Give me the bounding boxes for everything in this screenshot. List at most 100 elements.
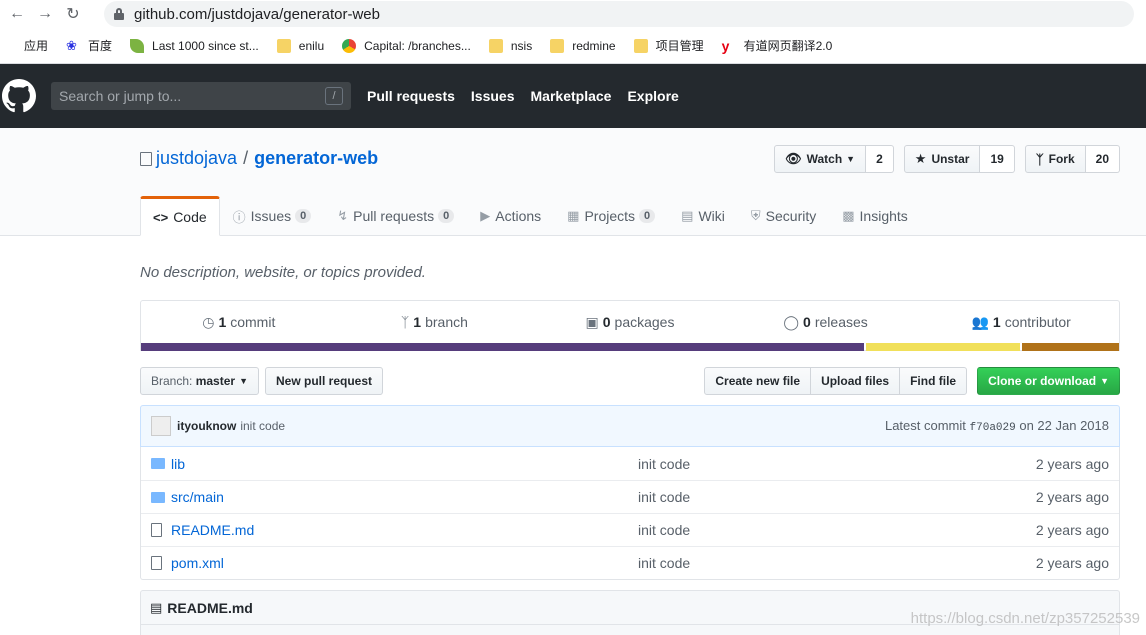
clone-download-button[interactable]: Clone or download ▼ — [977, 367, 1120, 395]
latest-commit-info: Latest commit f70a029 on 22 Jan 2018 — [884, 418, 1109, 434]
code-icon: <> — [153, 209, 169, 225]
search-input[interactable]: Search or jump to... / — [51, 82, 351, 110]
folder-icon — [151, 458, 167, 469]
file-link[interactable]: README.md — [171, 522, 638, 538]
file-commit-message[interactable]: init code — [638, 489, 1036, 505]
issue-icon: ⓘ — [232, 209, 246, 225]
search-shortcut-key: / — [325, 87, 343, 105]
contributors-link[interactable]: 👥 1 contributor — [923, 314, 1119, 331]
lock-icon — [114, 8, 124, 20]
file-link[interactable]: src/main — [171, 489, 638, 505]
file-commit-message[interactable]: init code — [638, 522, 1036, 538]
new-pull-request-button[interactable]: New pull request — [264, 367, 384, 395]
fork-group: ᛉ Fork 20 — [1024, 145, 1120, 173]
fork-icon: ᛉ — [1035, 151, 1044, 167]
back-arrow-icon[interactable]: ← — [6, 3, 28, 25]
bookmark-redmine[interactable]: redmine — [550, 38, 616, 53]
list-item: README.md init code 2 years ago — [141, 513, 1119, 546]
file-commit-message[interactable]: init code — [638, 555, 1036, 571]
list-item: pom.xml init code 2 years ago — [141, 546, 1119, 579]
folder-icon — [488, 38, 503, 53]
file-link[interactable]: lib — [171, 456, 638, 472]
bookmark-last-1000[interactable]: Last 1000 since st... — [130, 38, 259, 53]
bookmarks-bar: 应用 ❀ 百度 Last 1000 since st... enilu Capi… — [0, 28, 1146, 64]
package-icon: ▣ — [585, 313, 599, 330]
book-icon: ▤ — [681, 208, 694, 223]
commit-message[interactable]: init code — [240, 419, 285, 433]
language-segment — [141, 343, 864, 351]
eye-icon: 👁 — [785, 151, 802, 166]
github-header: Search or jump to... / Pull requests Iss… — [0, 64, 1146, 128]
folder-icon — [276, 38, 291, 53]
apps-icon — [2, 39, 16, 53]
file-age: 2 years ago — [1035, 555, 1109, 571]
tab-security[interactable]: ⛨ Security — [738, 196, 829, 236]
address-bar[interactable]: github.com/justdojava/generator-web — [104, 1, 1134, 27]
find-file-button[interactable]: Find file — [899, 367, 968, 395]
repo-owner-link[interactable]: justdojava — [156, 148, 237, 169]
unstar-button[interactable]: ★ Unstar — [903, 145, 981, 173]
book-icon: ▤ — [150, 599, 163, 615]
file-actions-group: Create new file Upload files Find file — [704, 367, 968, 395]
tab-wiki[interactable]: ▤ Wiki — [668, 196, 738, 236]
repo-path-separator: / — [243, 148, 249, 168]
fork-button[interactable]: ᛉ Fork — [1024, 145, 1086, 173]
fork-count[interactable]: 20 — [1085, 145, 1120, 173]
file-age: 2 years ago — [1035, 455, 1109, 472]
tab-actions[interactable]: ▶ Actions — [467, 196, 554, 236]
bookmark-capital[interactable]: Capital: /branches... — [342, 38, 471, 53]
bookmark-baidu[interactable]: ❀ 百度 — [66, 37, 112, 54]
commits-link[interactable]: ◷ 1 commit — [141, 314, 337, 331]
file-link[interactable]: pom.xml — [171, 555, 638, 571]
watch-count[interactable]: 2 — [866, 145, 894, 173]
bookmark-apps[interactable]: 应用 — [2, 37, 48, 54]
bookmark-youdao[interactable]: y 有道网页翻译2.0 — [722, 37, 833, 54]
nav-marketplace[interactable]: Marketplace — [531, 88, 612, 104]
bookmark-project-mgmt[interactable]: 项目管理 — [633, 37, 704, 54]
watch-button[interactable]: 👁 Watch ▼ — [774, 145, 867, 173]
packages-link[interactable]: ▣ 0 packages — [532, 314, 728, 331]
language-bar[interactable] — [141, 343, 1120, 351]
nav-explore[interactable]: Explore — [627, 88, 678, 104]
star-count[interactable]: 19 — [980, 145, 1015, 173]
forward-arrow-icon[interactable]: → — [34, 3, 56, 25]
avatar[interactable] — [151, 416, 171, 436]
github-logo-icon[interactable] — [2, 79, 36, 113]
folder-icon — [550, 38, 565, 53]
tab-issues[interactable]: ⓘ Issues 0 — [220, 196, 325, 236]
bookmark-enilu[interactable]: enilu — [276, 38, 324, 53]
list-item: src/main init code 2 years ago — [141, 480, 1119, 513]
folder-icon — [633, 38, 648, 53]
star-icon: ★ — [914, 151, 927, 166]
commit-author[interactable]: ityouknow — [177, 419, 236, 433]
language-segment — [865, 343, 1020, 351]
file-commit-message[interactable]: init code — [638, 456, 1036, 472]
commit-tease: ityouknow init code Latest commit f70a02… — [140, 405, 1120, 447]
branches-link[interactable]: ᛉ 1 branch — [337, 314, 533, 330]
file-icon — [151, 523, 167, 537]
play-icon: ▶ — [480, 208, 491, 223]
bookmark-nsis[interactable]: nsis — [488, 38, 532, 53]
nav-issues[interactable]: Issues — [471, 88, 515, 104]
tab-code[interactable]: <> Code — [140, 196, 220, 236]
nav-pull-requests[interactable]: Pull requests — [367, 88, 455, 104]
tab-projects[interactable]: ▦ Projects 0 — [554, 196, 668, 236]
tab-insights[interactable]: ▩ Insights — [829, 196, 921, 236]
pull-requests-counter: 0 — [438, 209, 455, 223]
file-icon — [151, 556, 167, 570]
tab-pull-requests[interactable]: ↯ Pull requests 0 — [324, 196, 467, 236]
branch-select-button[interactable]: Branch: master ▼ — [140, 367, 259, 395]
repo-nav-tabs: <> Code ⓘ Issues 0 ↯ Pull requests 0 ▶ A… — [140, 196, 921, 236]
url-text: github.com/justdojava/generator-web — [134, 5, 380, 23]
reload-icon[interactable]: ↻ — [62, 3, 84, 25]
tag-icon: ◯ — [783, 313, 800, 330]
commit-sha[interactable]: f70a029 — [970, 422, 1016, 434]
upload-files-button[interactable]: Upload files — [810, 367, 901, 395]
releases-link[interactable]: ◯ 0 releases — [728, 314, 924, 331]
file-list: lib init code 2 years ago src/main init … — [140, 447, 1120, 580]
watch-group: 👁 Watch ▼ 2 — [774, 145, 894, 173]
create-new-file-button[interactable]: Create new file — [704, 367, 812, 395]
baidu-icon: ❀ — [66, 37, 77, 53]
history-icon: ◷ — [202, 313, 215, 330]
repo-name-link[interactable]: generator-web — [254, 148, 378, 169]
